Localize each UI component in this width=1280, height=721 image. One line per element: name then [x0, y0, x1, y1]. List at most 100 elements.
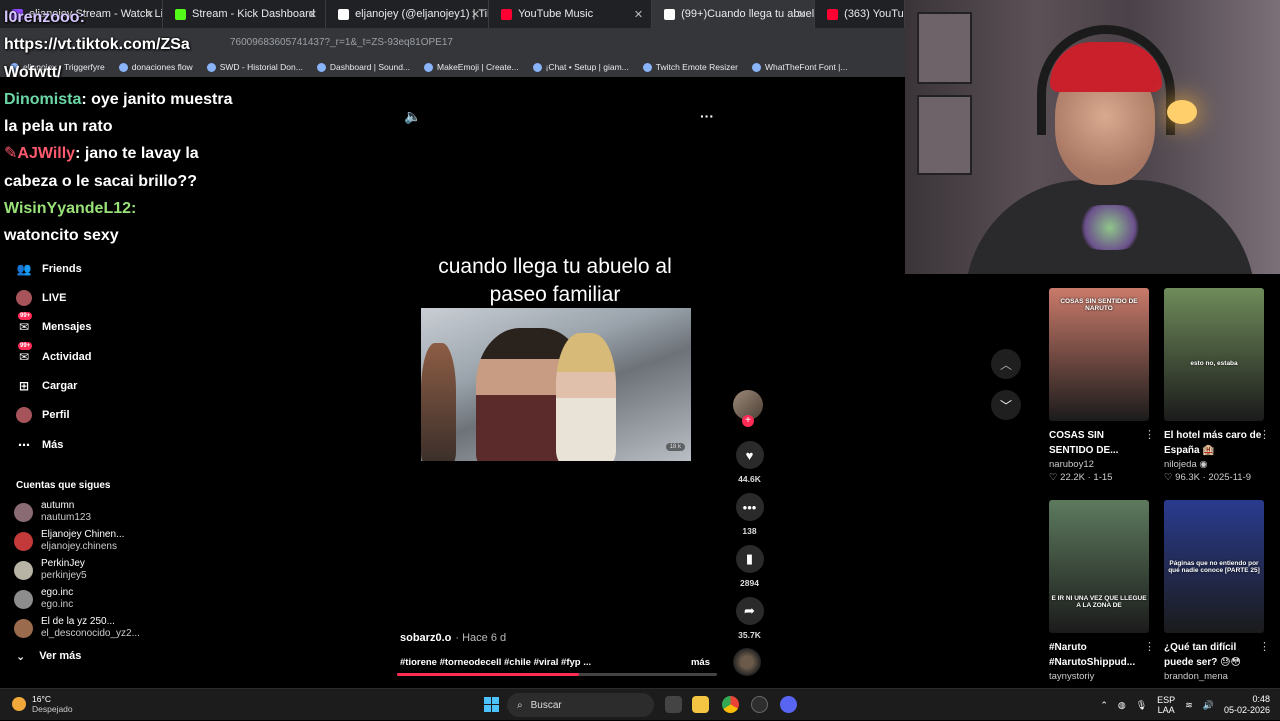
sidebar-item-live[interactable]: LIVE: [16, 290, 66, 306]
sidebar-item-messages[interactable]: ✉ 99+ Mensajes: [16, 312, 92, 335]
comment-icon: •••: [735, 493, 764, 521]
windows-start-icon[interactable]: [484, 697, 499, 712]
channel-name[interactable]: taynystoriy: [1049, 671, 1151, 682]
account-handle: nautum123: [41, 512, 92, 523]
sidebar-item-more[interactable]: ⋯ Más: [16, 437, 63, 453]
more-icon: ⋯: [18, 438, 30, 452]
recommended-video-card[interactable]: COSAS SIN SENTIDO DE NARUTO ⋮ COSAS SIN SE…: [1049, 288, 1155, 483]
upload-icon: ⊞: [18, 379, 30, 393]
browser-tab[interactable]: YouTube Music ✕: [489, 0, 653, 28]
bookmark-item[interactable]: WhatTheFont Font |...: [751, 62, 847, 72]
bookmark-item[interactable]: ¡Chat • Setup | giam...: [532, 62, 629, 72]
taskbar-search[interactable]: ⌕ Buscar: [507, 693, 654, 717]
scroll-down-button[interactable]: ﹀: [991, 390, 1021, 420]
chevron-down-icon: ﹀: [999, 398, 1012, 413]
windows-taskbar: 16°C Despejado ⌕ Buscar ⌃ ◍ 🎙 ESP LAA ≋ …: [0, 688, 1280, 720]
sidebar-item-activity[interactable]: ✉ 99+ Actividad: [16, 342, 92, 365]
video-title[interactable]: COSAS SIN SENTIDO DE...: [1049, 428, 1149, 458]
sidebar-item-upload[interactable]: ⊞ Cargar: [16, 378, 78, 394]
more-options-icon[interactable]: ⋮: [1259, 640, 1270, 653]
file-explorer-icon[interactable]: [692, 696, 709, 713]
bookmark-item[interactable]: Twitch Emote Resizer: [642, 62, 738, 72]
mic-icon[interactable]: 🎙: [1136, 700, 1147, 711]
followed-account[interactable]: Eljanojey Chinen... eljanojey.chinens: [14, 529, 124, 553]
channel-name[interactable]: brandon_mena: [1164, 671, 1266, 682]
see-more-button[interactable]: ⌄ Ver más: [16, 650, 81, 663]
video-progress-bar[interactable]: [397, 673, 717, 676]
more-button[interactable]: más: [691, 657, 710, 668]
video-title[interactable]: ¿Qué tan difícil puede ser? 😓😳: [1164, 640, 1264, 670]
bookmark-item[interactable]: Dashboard | Sound...: [316, 62, 410, 72]
clock[interactable]: 0:48 05-02-2026: [1224, 694, 1270, 716]
chat-message: Wofwtt/: [4, 63, 62, 81]
video-thumbnail[interactable]: esto no, estaba: [1164, 288, 1264, 421]
browser-tab[interactable]: (99+)Cuando llega tu abuel ✕: [652, 0, 816, 28]
taskbar-search-label: Buscar: [530, 699, 562, 711]
chat-username: WisinYyandeL12:: [4, 200, 137, 218]
followed-account[interactable]: ego.inc ego.inc: [14, 587, 73, 611]
weather-desc: Despejado: [32, 704, 73, 714]
followed-account[interactable]: autumn nautum123: [14, 500, 91, 524]
like-action[interactable]: ♥ 44.6K: [733, 441, 766, 484]
chevron-down-icon: ⌄: [16, 651, 26, 663]
video-caption: cuando llega tu abuelo al paseo familiar: [438, 255, 672, 306]
video-thumbnail[interactable]: COSAS SIN SENTIDO DE NARUTO: [1049, 288, 1149, 421]
video-title[interactable]: El hotel más caro de España 🏨: [1164, 428, 1264, 458]
recommended-video-card[interactable]: E IR NI UNA VEZ QUE LLEGUE A LA ZONA DE ⋮…: [1049, 500, 1155, 684]
close-icon[interactable]: ✕: [471, 8, 480, 21]
discord-icon[interactable]: [780, 696, 797, 713]
close-icon[interactable]: ✕: [634, 8, 643, 21]
chat-badge-icon: ✎: [4, 145, 18, 163]
volume-icon[interactable]: 🔊: [1203, 700, 1214, 711]
recommended-video-card[interactable]: esto no, estaba ⋮ El hotel más caro de Esp…: [1164, 288, 1270, 483]
chrome-icon[interactable]: [722, 696, 739, 713]
more-options-icon[interactable]: ⋮: [1144, 428, 1155, 441]
tray-chevron-icon[interactable]: ⌃: [1100, 700, 1108, 711]
browser-tab[interactable]: (363) YouTube: [815, 0, 906, 28]
close-icon[interactable]: ✕: [797, 8, 806, 21]
app-icon[interactable]: [751, 696, 768, 713]
sidebar-item-label: Actividad: [42, 351, 92, 363]
author-name[interactable]: sobarz0.o: [400, 632, 451, 644]
comment-action[interactable]: ••• 138: [733, 493, 766, 536]
account-name: ego.inc: [41, 587, 74, 598]
task-view-icon[interactable]: [665, 696, 682, 713]
account-name: PerkinJey: [41, 558, 85, 569]
video-stats: ♡ 96.3K · 2025-11-9: [1164, 472, 1252, 483]
volume-icon[interactable]: 🔈: [404, 108, 421, 125]
close-icon[interactable]: ✕: [308, 8, 317, 21]
tab-title: YouTube Music: [518, 8, 594, 20]
save-action[interactable]: ▮ 2894: [733, 545, 766, 588]
network-icon[interactable]: ◍: [1118, 700, 1126, 711]
sidebar-item-friends[interactable]: 👥 Friends: [16, 261, 82, 277]
channel-name[interactable]: naruboy12: [1049, 459, 1151, 470]
channel-name[interactable]: nilojeda ◉: [1164, 459, 1266, 470]
video-author[interactable]: sobarz0.o · Hace 6 d: [400, 632, 506, 644]
video-frame[interactable]: 18 k: [421, 308, 691, 461]
music-disc-icon[interactable]: [733, 648, 761, 676]
bookmark-icon: [532, 62, 542, 72]
followed-account[interactable]: PerkinJey perkinjey5: [14, 558, 87, 582]
recommended-video-card[interactable]: Páginas que no entiendo por qué nadie co…: [1164, 500, 1270, 684]
video-thumbnail[interactable]: E IR NI UNA VEZ QUE LLEGUE A LA ZONA DE: [1049, 500, 1149, 633]
wifi-icon[interactable]: ≋: [1185, 700, 1193, 711]
bookmark-icon: [751, 62, 761, 72]
chat-username: AJWilly: [17, 145, 76, 163]
more-options-icon[interactable]: ⋮: [1259, 428, 1270, 441]
share-action[interactable]: ➦ 35.7K: [733, 597, 766, 640]
account-handle: ego.inc: [41, 599, 74, 610]
video-thumbnail[interactable]: Páginas que no entiendo por qué nadie co…: [1164, 500, 1264, 633]
video-title[interactable]: #Naruto #NarutoShippud...: [1049, 640, 1149, 670]
weather-widget[interactable]: 16°C Despejado: [12, 694, 73, 714]
avatar: [14, 502, 33, 522]
more-options-icon[interactable]: ⋮: [1144, 640, 1155, 653]
bookmark-item[interactable]: MakeEmoji | Create...: [424, 62, 519, 72]
more-options-icon[interactable]: ···: [700, 108, 714, 125]
scroll-up-button[interactable]: ︿: [991, 349, 1021, 379]
followed-account[interactable]: El de la yz 250... el_desconocido_yz2...: [14, 616, 140, 640]
chat-username: l0renzooo:: [4, 9, 85, 26]
language-indicator[interactable]: ESP LAA: [1157, 695, 1175, 715]
sidebar-item-profile[interactable]: Perfil: [16, 407, 70, 423]
follow-plus-icon[interactable]: +: [742, 415, 754, 427]
browser-tab[interactable]: eljanojey (@eljanojey1) | TikTok✕: [326, 0, 490, 28]
